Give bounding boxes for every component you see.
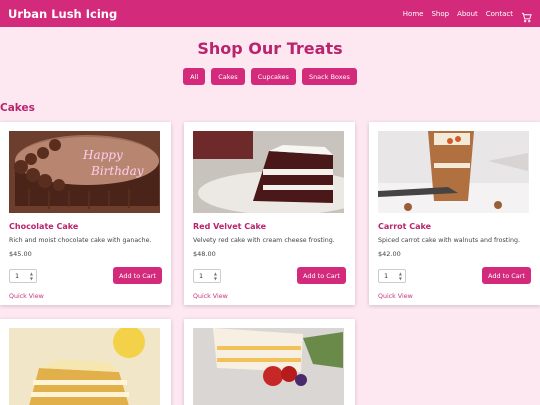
product-image-red-velvet-cake[interactable] xyxy=(193,131,344,213)
quantity-stepper[interactable]: 1 ▲ ▼ xyxy=(378,268,406,283)
product-description: Spiced carrot cake with walnuts and fros… xyxy=(378,237,520,244)
product-price: $48.00 xyxy=(193,250,216,258)
nav-contact[interactable]: Contact xyxy=(486,10,513,18)
product-name: Chocolate Cake xyxy=(9,222,79,231)
quantity-value: 1 xyxy=(199,271,204,280)
product-image-chocolate-cake[interactable]: Happy Birthday xyxy=(9,131,160,213)
product-image-lemon-cake[interactable] xyxy=(9,328,160,405)
quick-view-link[interactable]: Quick View xyxy=(378,293,531,300)
product-image-strawberry-cake[interactable] xyxy=(193,328,344,405)
cake-writing-happy: Happy xyxy=(82,148,123,162)
nav-home[interactable]: Home xyxy=(403,10,424,18)
top-nav: Urban Lush Icing Home Shop About Contact xyxy=(0,0,540,27)
product-card-carrot: Carrot Cake Spiced carrot cake with waln… xyxy=(369,122,540,305)
brand-logo[interactable]: Urban Lush Icing xyxy=(8,7,117,21)
product-card-chocolate: Happy Birthday Chocolate Cake Rich and m… xyxy=(0,122,171,305)
filter-snack-boxes-button[interactable]: Snack Boxes xyxy=(301,68,357,85)
nav-shop[interactable]: Shop xyxy=(431,10,449,18)
filter-bar: All Cakes Cupcakes Snack Boxes xyxy=(0,68,540,85)
product-card-lemon xyxy=(0,319,171,405)
page-title: Shop Our Treats xyxy=(197,39,343,58)
quick-view-link[interactable]: Quick View xyxy=(9,293,162,300)
cake-writing-birthday: Birthday xyxy=(90,164,144,178)
nav-links: Home Shop About Contact xyxy=(395,8,532,23)
stepper-arrows-icon[interactable]: ▲ ▼ xyxy=(30,271,33,281)
quick-view-link[interactable]: Quick View xyxy=(193,293,346,300)
product-card-red-velvet: Red Velvet Cake Velvety red cake with cr… xyxy=(184,122,355,305)
filter-cakes-button[interactable]: Cakes xyxy=(211,68,245,85)
product-description: Rich and moist chocolate cake with ganac… xyxy=(9,237,152,244)
add-to-cart-button[interactable]: Add to Cart xyxy=(482,267,531,284)
add-to-cart-button[interactable]: Add to Cart xyxy=(297,267,346,284)
stepper-arrows-icon[interactable]: ▲ ▼ xyxy=(399,271,402,281)
product-description: Velvety red cake with cream cheese frost… xyxy=(193,237,335,244)
filter-all-button[interactable]: All xyxy=(183,68,206,85)
add-to-cart-button[interactable]: Add to Cart xyxy=(113,267,162,284)
product-name: Carrot Cake xyxy=(378,222,432,231)
section-title-cakes: Cakes xyxy=(0,102,35,114)
cart-icon[interactable] xyxy=(521,8,532,23)
quantity-value: 1 xyxy=(15,271,20,280)
quantity-stepper[interactable]: 1 ▲ ▼ xyxy=(193,268,221,283)
product-card-strawberry xyxy=(184,319,355,405)
product-image-carrot-cake[interactable] xyxy=(378,131,529,213)
product-name: Red Velvet Cake xyxy=(193,222,267,231)
product-price: $45.00 xyxy=(9,250,32,258)
quantity-stepper[interactable]: 1 ▲ ▼ xyxy=(9,268,37,283)
product-price: $42.00 xyxy=(378,250,401,258)
stepper-arrows-icon[interactable]: ▲ ▼ xyxy=(214,271,217,281)
nav-about[interactable]: About xyxy=(457,10,478,18)
quantity-value: 1 xyxy=(384,271,389,280)
filter-cupcakes-button[interactable]: Cupcakes xyxy=(250,68,296,85)
